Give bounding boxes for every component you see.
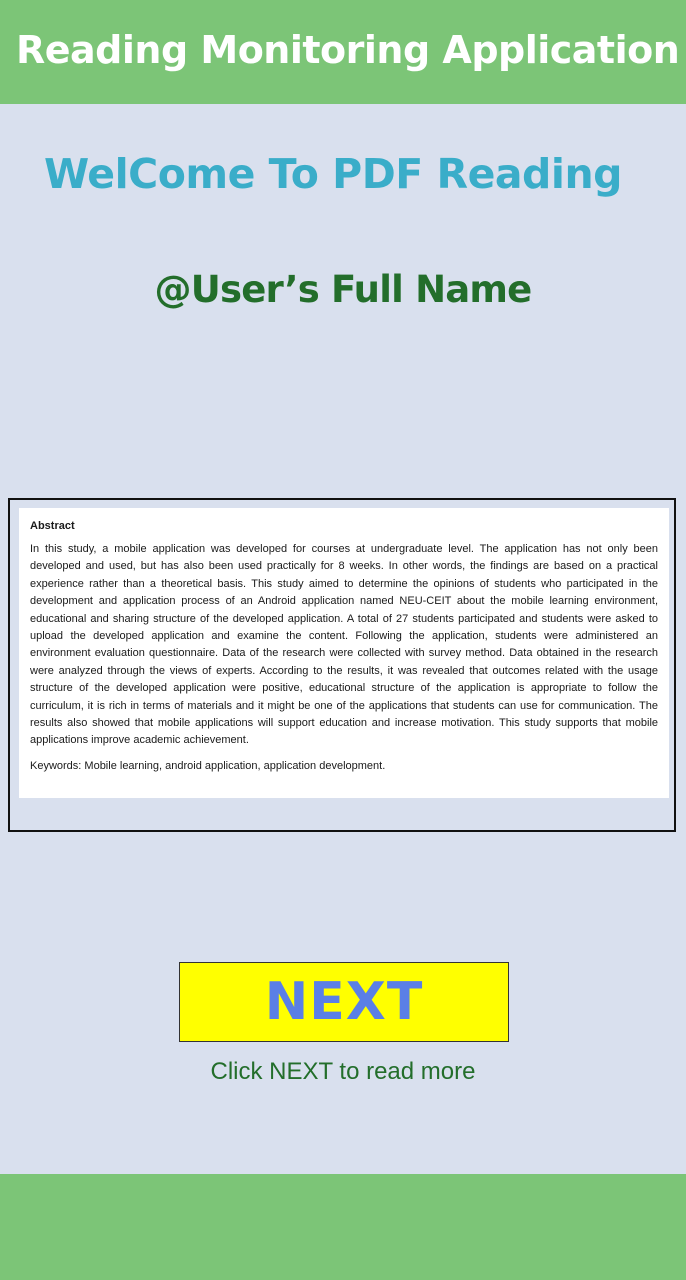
welcome-heading: WelCome To PDF Reading bbox=[44, 150, 623, 198]
pdf-document-viewer[interactable]: Abstract In this study, a mobile applica… bbox=[8, 498, 676, 832]
document-keywords: Keywords: Mobile learning, android appli… bbox=[30, 759, 386, 772]
document-heading: Abstract bbox=[30, 520, 75, 532]
bottom-bar bbox=[0, 1174, 686, 1280]
app-title: Reading Monitoring Application bbox=[16, 28, 680, 72]
next-hint-text: Click NEXT to read more bbox=[210, 1058, 476, 1085]
pdf-page: Abstract In this study, a mobile applica… bbox=[19, 508, 669, 798]
next-button[interactable]: NEXT bbox=[179, 962, 509, 1042]
user-full-name: @User’s Full Name bbox=[154, 268, 533, 311]
app-bar: Reading Monitoring Application bbox=[0, 0, 686, 104]
document-body: In this study, a mobile application was … bbox=[30, 543, 658, 747]
